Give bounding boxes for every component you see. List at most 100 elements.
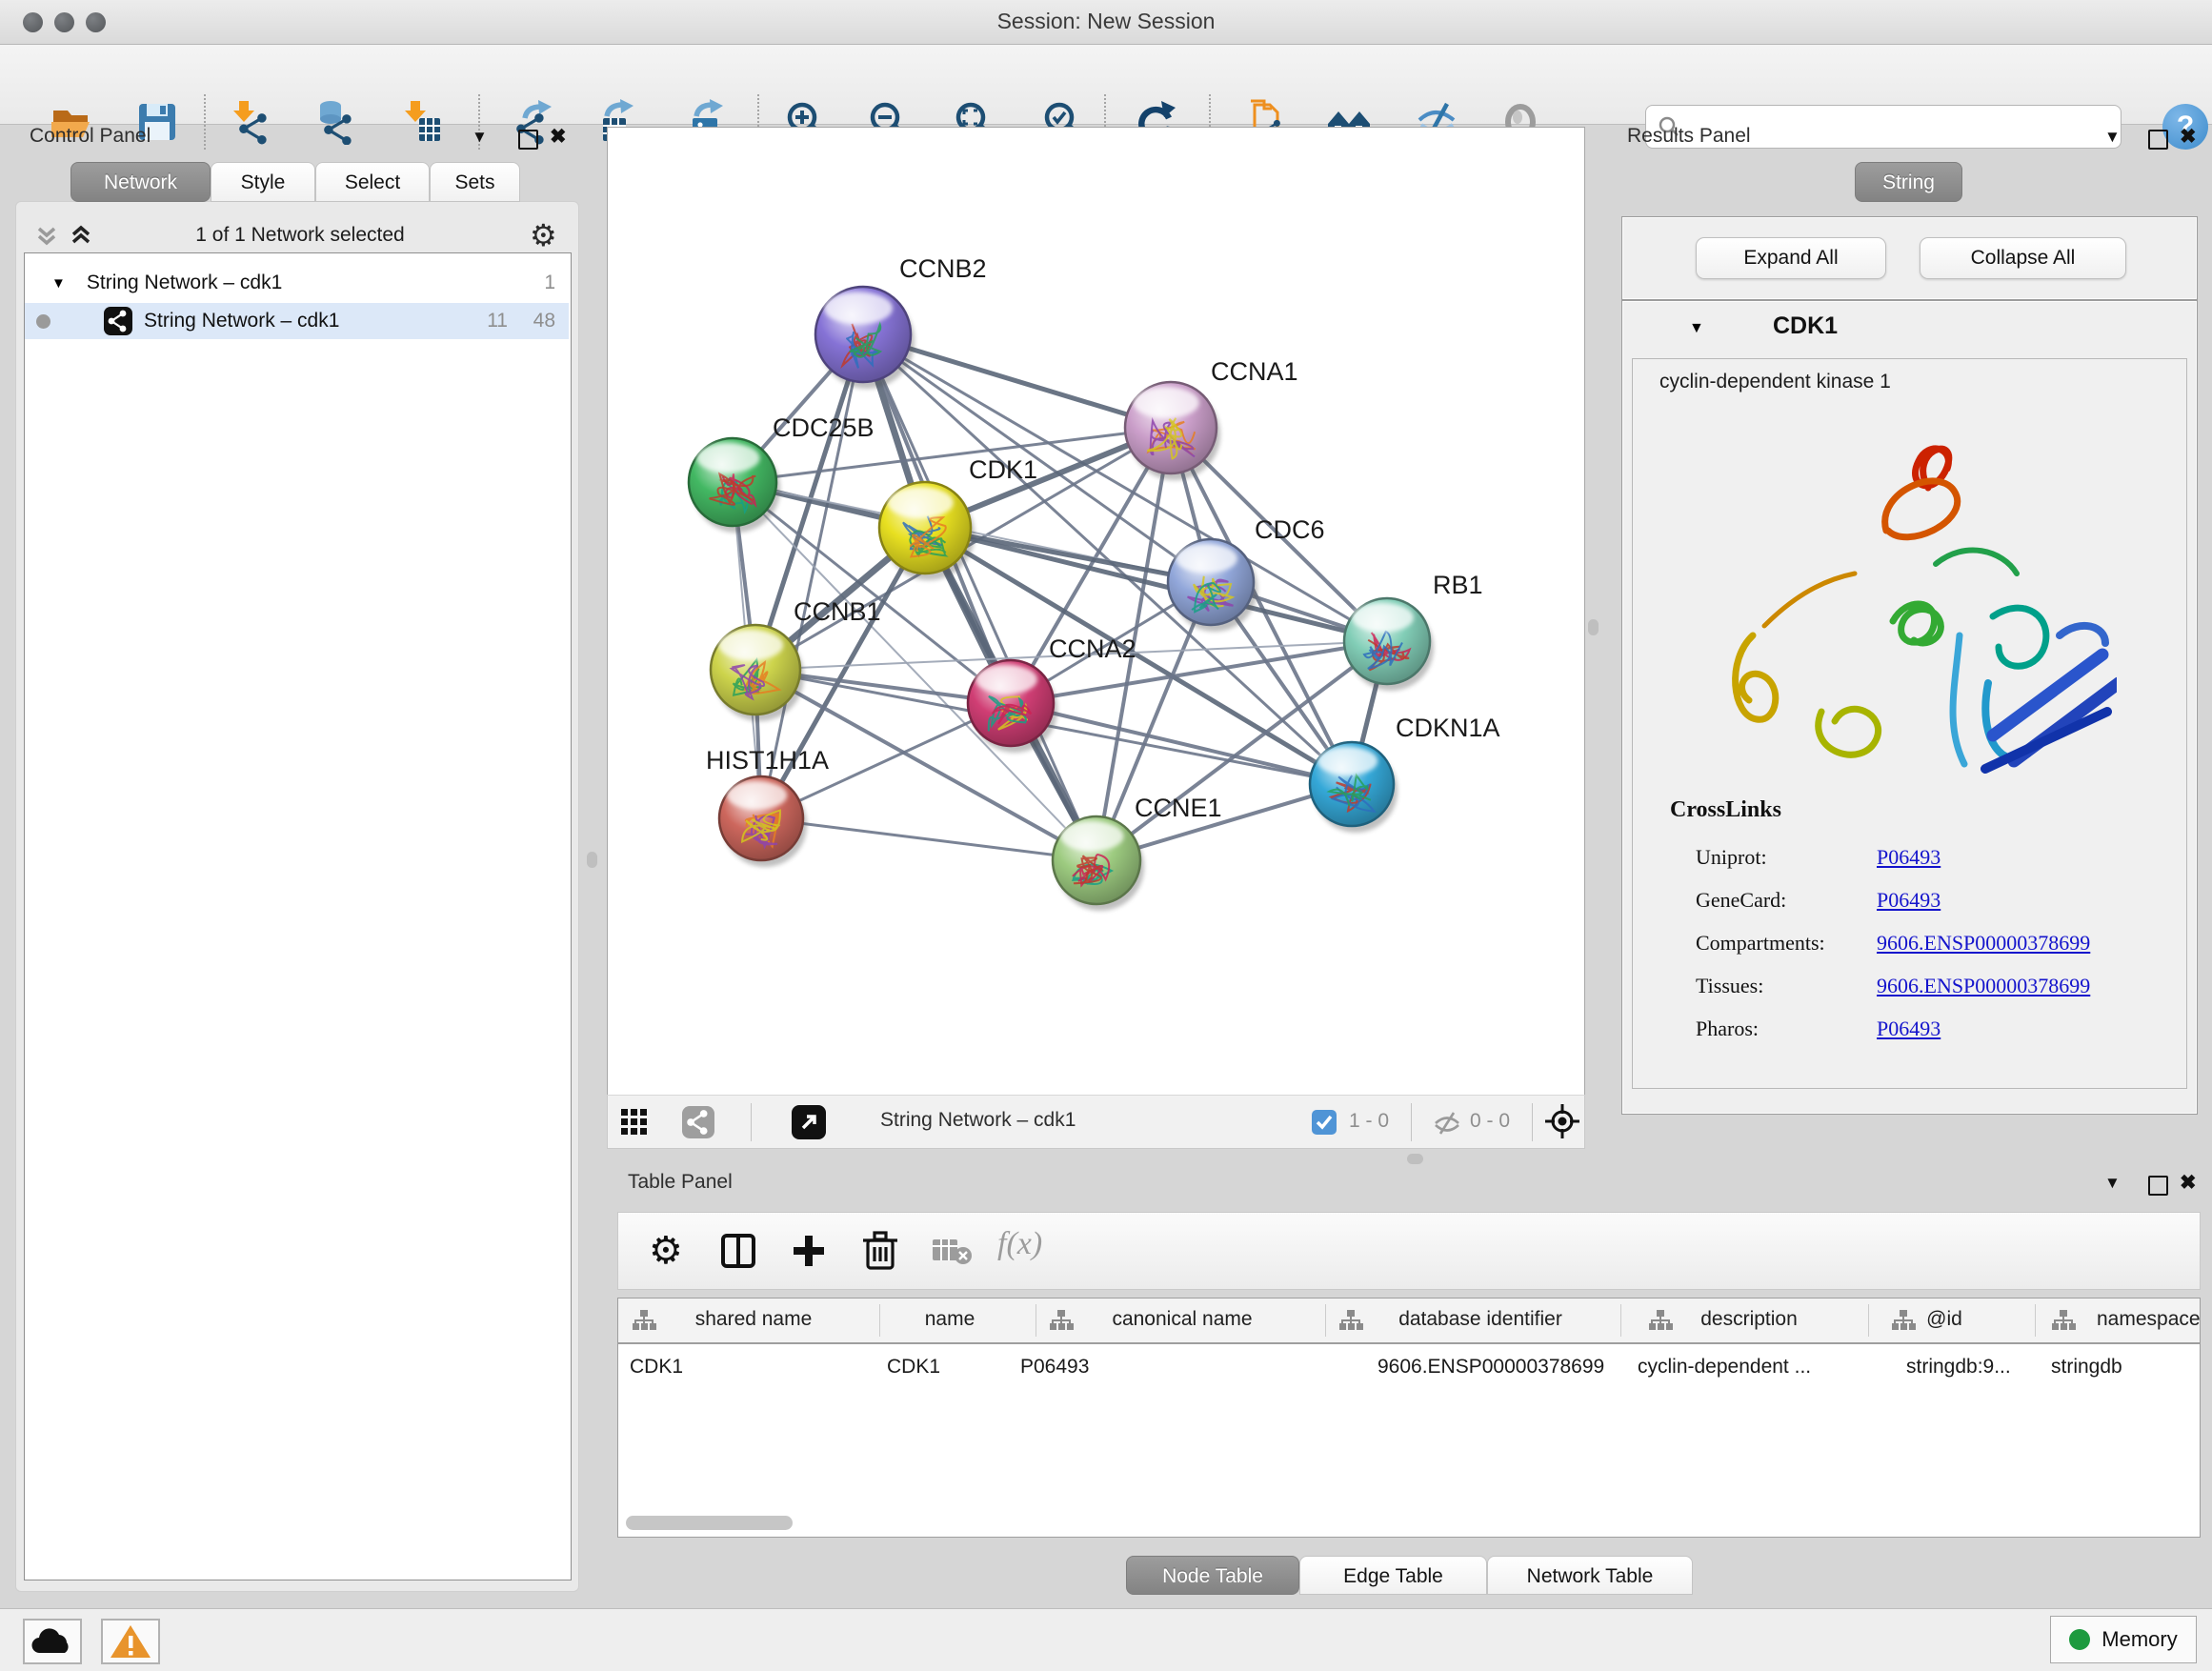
network-list: ▼ String Network – cdk1 1 String Network… [24, 252, 572, 1580]
column-header-name[interactable]: name [925, 1308, 975, 1331]
open-in-window-icon[interactable] [792, 1105, 826, 1139]
results-panel-close-icon[interactable]: ✖ [2180, 128, 2197, 147]
search-field[interactable] [1688, 115, 2121, 139]
column-header-namespace[interactable]: namespace [2097, 1308, 2201, 1331]
window-title: Session: New Session [0, 9, 2212, 34]
column-header--id[interactable]: @id [1926, 1308, 1962, 1331]
control-panel-close-icon[interactable]: ✖ [550, 128, 567, 147]
column-divider[interactable] [1868, 1304, 1869, 1337]
network-node-CDKN1A: CDKN1A [1310, 714, 1500, 833]
memory-button[interactable]: Memory [2050, 1616, 2197, 1663]
tab-edge-table[interactable]: Edge Table [1299, 1556, 1487, 1595]
table-panel-menu-icon[interactable]: ▼ [2104, 1174, 2121, 1193]
tab-style[interactable]: Style [211, 162, 315, 202]
bottom-splitter-handle[interactable] [1407, 1154, 1423, 1164]
expand-all-tree-icon[interactable] [67, 221, 95, 250]
cdk1-section-title: CDK1 [1773, 312, 1838, 340]
selected-checkbox-icon[interactable] [1312, 1110, 1337, 1135]
network-canvas[interactable]: CCNB2CCNA1CDC25BCDK1CDC6RB1CCNB1CCNA2CDK… [607, 127, 1585, 1096]
crosslink-label: GeneCard: [1696, 888, 1786, 913]
tab-select[interactable]: Select [315, 162, 430, 202]
network-node-CCNA2: CCNA2 [968, 634, 1136, 753]
warnings-button[interactable] [101, 1619, 160, 1664]
string-view-icon[interactable] [682, 1106, 714, 1138]
tab-node-table[interactable]: Node Table [1126, 1556, 1299, 1595]
svg-text:RB1: RB1 [1433, 571, 1483, 599]
left-splitter-handle[interactable] [587, 852, 597, 868]
crosslink-label: Compartments: [1696, 931, 1825, 956]
network-node-CCNA1: CCNA1 [1125, 357, 1298, 480]
column-tree-icon [632, 1309, 656, 1332]
crosslink-link[interactable]: 9606.ENSP00000378699 [1877, 974, 2090, 998]
collapse-all-button[interactable]: Collapse All [1920, 237, 2126, 279]
table-panel-title: Table Panel [628, 1171, 733, 1194]
warning-icon [105, 1622, 156, 1661]
control-panel-float-icon[interactable] [518, 130, 538, 150]
column-divider[interactable] [2035, 1304, 2036, 1337]
column-divider[interactable] [879, 1304, 880, 1337]
crosslinks-title: CrossLinks [1670, 797, 1781, 823]
cdk1-collapse-icon[interactable]: ▼ [1689, 320, 1704, 337]
table-cell: stringdb [2051, 1356, 2122, 1379]
collapse-all-tree-icon[interactable] [32, 221, 61, 250]
svg-text:CCNA1: CCNA1 [1211, 357, 1298, 386]
selected-count: 1 - 0 [1349, 1110, 1389, 1133]
collection-label: String Network – cdk1 [87, 272, 282, 294]
collection-expand-icon[interactable]: ▼ [51, 275, 66, 292]
column-header-shared-name[interactable]: shared name [695, 1308, 813, 1331]
network-collection-row[interactable]: ▼ String Network – cdk1 1 [25, 265, 569, 301]
hidden-eye-icon [1433, 1109, 1461, 1137]
results-panel-float-icon[interactable] [2148, 130, 2168, 150]
network-options-gear-icon[interactable]: ⚙ [530, 217, 557, 253]
cloud-button[interactable] [23, 1619, 82, 1664]
network-node-CDC25B: CDC25B [689, 413, 875, 533]
table-cell: CDK1 [630, 1356, 683, 1379]
import-network-icon[interactable] [227, 99, 272, 145]
table-settings-gear-icon[interactable]: ⚙ [649, 1230, 683, 1272]
crosslink-label: Uniprot: [1696, 845, 1767, 870]
import-table-icon[interactable] [398, 99, 444, 145]
table-cell: cyclin-dependent ... [1638, 1356, 1811, 1379]
apply-function-icon: f(x) [997, 1226, 1042, 1262]
column-header-description[interactable]: description [1700, 1308, 1798, 1331]
tab-network-table[interactable]: Network Table [1487, 1556, 1693, 1595]
tab-string[interactable]: String [1855, 162, 1962, 202]
horizontal-scrollbar[interactable] [626, 1516, 793, 1530]
node-table-header: shared name name canonical name database id… [618, 1299, 2200, 1344]
crosslink-link[interactable]: P06493 [1877, 845, 1941, 870]
network-node-CCNB1: CCNB1 [711, 597, 881, 721]
import-network-database-icon[interactable] [310, 99, 355, 145]
add-column-icon[interactable] [790, 1232, 828, 1270]
node-table[interactable]: shared name name canonical name database id… [617, 1298, 2201, 1538]
memory-label: Memory [2101, 1627, 2177, 1652]
string-network-icon [104, 307, 132, 335]
right-splitter-handle[interactable] [1588, 619, 1599, 635]
fit-content-crosshair-icon[interactable] [1543, 1102, 1581, 1140]
tab-sets[interactable]: Sets [430, 162, 520, 202]
table-panel-close-icon[interactable]: ✖ [2180, 1174, 2197, 1193]
network-selection-status: 1 of 1 Network selected [114, 224, 486, 247]
column-header-database-identifier[interactable]: database identifier [1398, 1308, 1562, 1331]
crosslink-link[interactable]: P06493 [1877, 1017, 1941, 1041]
tab-network[interactable]: Network [70, 162, 211, 202]
control-panel-title: Control Panel [30, 125, 151, 148]
column-divider[interactable] [1325, 1304, 1326, 1337]
table-row[interactable]: CDK1CDK1P064939606.ENSP00000378699cyclin… [618, 1342, 2200, 1386]
crosslink-link[interactable]: P06493 [1877, 888, 1941, 913]
expand-all-button[interactable]: Expand All [1696, 237, 1886, 279]
crosslink-link[interactable]: 9606.ENSP00000378699 [1877, 931, 2090, 956]
delete-column-trash-icon[interactable] [860, 1230, 900, 1272]
column-tree-icon [1338, 1309, 1363, 1332]
column-header-canonical-name[interactable]: canonical name [1112, 1308, 1252, 1331]
hidden-count: 0 - 0 [1470, 1110, 1510, 1133]
table-panel-float-icon[interactable] [2148, 1176, 2168, 1196]
results-panel-menu-icon[interactable]: ▼ [2104, 128, 2121, 147]
network-node-count: 11 [487, 310, 508, 332]
network-row-selected[interactable]: String Network – cdk1 11 48 [25, 303, 569, 339]
crosslink-label: Tissues: [1696, 974, 1763, 998]
control-panel-menu-icon[interactable]: ▼ [472, 128, 488, 147]
column-divider[interactable] [1620, 1304, 1621, 1337]
svg-text:HIST1H1A: HIST1H1A [706, 746, 829, 775]
show-columns-icon[interactable] [719, 1232, 757, 1270]
birdseye-grid-icon[interactable] [619, 1107, 650, 1137]
